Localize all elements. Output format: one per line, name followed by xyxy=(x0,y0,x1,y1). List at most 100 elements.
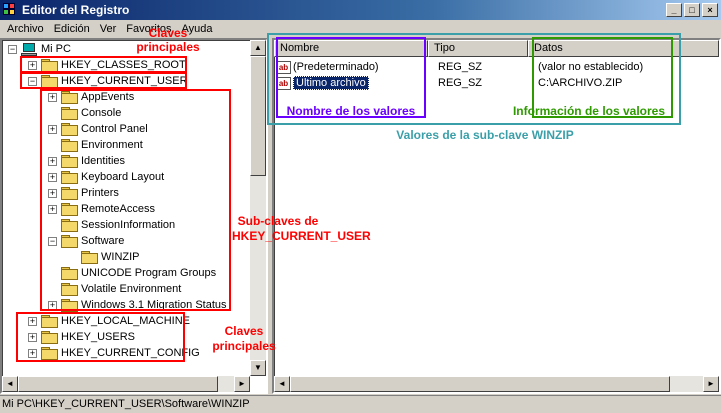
menu-ver[interactable]: Ver xyxy=(95,23,122,35)
scroll-thumb[interactable] xyxy=(290,376,670,392)
scroll-down-icon[interactable]: ▼ xyxy=(250,360,266,376)
tree-label: RemoteAccess xyxy=(81,203,155,215)
value-name: Ultimo archivo xyxy=(293,76,369,90)
value-row-selected[interactable]: ab Ultimo archivo REG_SZ C:\ARCHIVO.ZIP xyxy=(276,75,716,91)
scroll-thumb[interactable] xyxy=(18,376,218,392)
tree-item-hkcc[interactable]: + HKEY_CURRENT_CONFIG xyxy=(28,345,200,361)
value-data: (valor no establecido) xyxy=(538,61,644,73)
tree-item-hkcu[interactable]: − HKEY_CURRENT_USER xyxy=(28,73,188,89)
tree-label: SessionInformation xyxy=(81,219,176,231)
value-row[interactable]: ab (Predeterminado) REG_SZ (valor no est… xyxy=(276,59,716,75)
list-horizontal-scrollbar[interactable]: ◄ ► xyxy=(274,376,719,392)
scroll-left-icon[interactable]: ◄ xyxy=(2,376,18,392)
folder-icon xyxy=(41,347,58,360)
title-bar: Editor del Registro _ □ × xyxy=(0,0,721,20)
folder-icon xyxy=(61,219,78,232)
tree-item-subkey[interactable]: + AppEvents xyxy=(48,89,134,105)
values-pane[interactable]: Nombre Tipo Datos ab (Predeterminado) RE… xyxy=(272,38,721,394)
folder-icon xyxy=(61,187,78,200)
scroll-left-icon[interactable]: ◄ xyxy=(274,376,290,392)
folder-icon xyxy=(41,59,58,72)
scroll-thumb[interactable] xyxy=(250,56,266,176)
column-header-tipo[interactable]: Tipo xyxy=(428,40,528,57)
scroll-right-icon[interactable]: ► xyxy=(234,376,250,392)
folder-open-icon xyxy=(61,235,78,248)
column-header-nombre[interactable]: Nombre xyxy=(274,40,428,57)
tree-item-subkey[interactable]: UNICODE Program Groups xyxy=(48,265,216,281)
tree-horizontal-scrollbar[interactable]: ◄ ► xyxy=(2,376,250,392)
tree-item-subkey[interactable]: + RemoteAccess xyxy=(48,201,155,217)
tree-label: Control Panel xyxy=(81,123,148,135)
tree-label: WINZIP xyxy=(101,251,140,263)
tree-label: HKEY_USERS xyxy=(61,331,135,343)
scroll-up-icon[interactable]: ▲ xyxy=(250,40,266,56)
computer-icon xyxy=(21,42,37,56)
tree-label: HKEY_CURRENT_CONFIG xyxy=(61,347,200,359)
tree-item-hkcr[interactable]: + HKEY_CLASSES_ROOT xyxy=(28,57,186,73)
tree-item-software[interactable]: − Software xyxy=(48,233,124,249)
status-bar: Mi PC\HKEY_CURRENT_USER\Software\WINZIP xyxy=(0,395,721,413)
tree-item-subkey[interactable]: + Keyboard Layout xyxy=(48,169,164,185)
tree-label: Console xyxy=(81,107,122,119)
tree-item-subkey[interactable]: Console xyxy=(48,105,121,121)
annotation-valores-subclave: Valores de la sub-clave WINZIP xyxy=(396,128,574,142)
tree-item-subkey[interactable]: SessionInformation xyxy=(48,217,175,233)
scroll-right-icon[interactable]: ► xyxy=(703,376,719,392)
tree-label: Windows 3.1 Migration Status xyxy=(81,299,227,311)
folder-icon xyxy=(41,331,58,344)
expand-icon[interactable]: + xyxy=(48,172,57,182)
collapse-icon[interactable]: − xyxy=(48,236,57,246)
tree-item-mi-pc[interactable]: − Mi PC xyxy=(8,41,71,57)
tree-label: Identities xyxy=(81,155,126,167)
menu-edicion[interactable]: Edición xyxy=(49,23,95,35)
expand-icon[interactable]: + xyxy=(48,300,57,310)
tree-item-winzip[interactable]: WINZIP xyxy=(68,249,140,265)
window-title: Editor del Registro xyxy=(22,3,130,17)
tree-label: UNICODE Program Groups xyxy=(81,267,217,279)
folder-icon xyxy=(61,139,78,152)
menu-archivo[interactable]: Archivo xyxy=(2,23,49,35)
folder-open-icon xyxy=(41,75,58,88)
expand-icon[interactable]: + xyxy=(48,188,57,198)
tree-item-subkey[interactable]: + Windows 3.1 Migration Status xyxy=(48,297,227,313)
tree-item-subkey[interactable]: + Control Panel xyxy=(48,121,148,137)
folder-icon xyxy=(61,203,78,216)
value-data: C:\ARCHIVO.ZIP xyxy=(538,77,623,89)
collapse-icon[interactable]: − xyxy=(28,76,37,86)
expand-icon[interactable]: + xyxy=(48,92,57,102)
column-header-datos[interactable]: Datos xyxy=(528,40,719,57)
tree-label: Software xyxy=(81,235,125,247)
tree-item-subkey[interactable]: Volatile Environment xyxy=(48,281,181,297)
tree-item-subkey[interactable]: Environment xyxy=(48,137,143,153)
tree-label: Volatile Environment xyxy=(81,283,182,295)
expand-icon[interactable]: + xyxy=(28,348,37,358)
string-value-icon: ab xyxy=(276,76,291,90)
tree-item-subkey[interactable]: + Printers xyxy=(48,185,119,201)
annotation-claves-principales-bottom: Claves principales xyxy=(212,324,276,353)
expand-icon[interactable]: + xyxy=(48,204,57,214)
tree-label: HKEY_CURRENT_USER xyxy=(61,75,188,87)
tree-label: Mi PC xyxy=(41,43,71,55)
minimize-button[interactable]: _ xyxy=(666,3,682,17)
expand-icon[interactable]: + xyxy=(28,60,37,70)
tree-label: HKEY_CLASSES_ROOT xyxy=(61,59,186,71)
close-button[interactable]: × xyxy=(702,3,718,17)
tree-label: Environment xyxy=(81,139,143,151)
tree-label: HKEY_LOCAL_MACHINE xyxy=(61,315,190,327)
expand-icon[interactable]: + xyxy=(48,156,57,166)
tree-item-hklm[interactable]: + HKEY_LOCAL_MACHINE xyxy=(28,313,190,329)
folder-icon xyxy=(61,299,78,312)
maximize-button[interactable]: □ xyxy=(684,3,700,17)
tree-item-hku[interactable]: + HKEY_USERS xyxy=(28,329,135,345)
collapse-icon[interactable]: − xyxy=(8,44,17,54)
expand-icon[interactable]: + xyxy=(28,316,37,326)
value-type: REG_SZ xyxy=(438,61,483,73)
tree-label: AppEvents xyxy=(81,91,135,103)
tree-item-subkey[interactable]: + Identities xyxy=(48,153,125,169)
value-type: REG_SZ xyxy=(438,77,483,89)
tree-label: Keyboard Layout xyxy=(81,171,165,183)
expand-icon[interactable]: + xyxy=(28,332,37,342)
folder-open-icon xyxy=(81,251,98,264)
expand-icon[interactable]: + xyxy=(48,124,57,134)
menu-bar: Archivo Edición Ver Favoritos Ayuda xyxy=(0,20,721,38)
